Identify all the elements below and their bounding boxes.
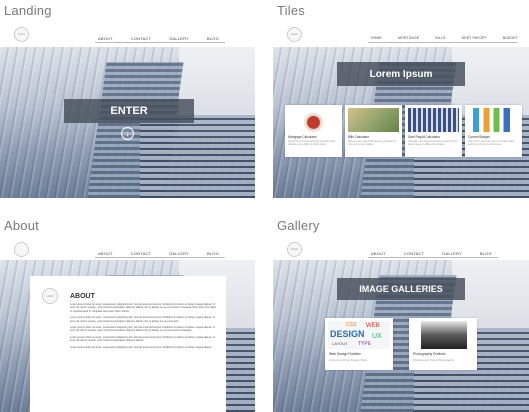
- nav-item-contact[interactable]: CONTACT: [404, 251, 424, 256]
- nav-item-about[interactable]: ABOUT: [98, 251, 113, 256]
- gallery-card-desc: Current and Past Design Work: [329, 358, 367, 362]
- gallery-frame: LOGO ABOUT CONTACT GALLERY BLOG IMAGE GA…: [273, 238, 529, 412]
- about-heading: ABOUT: [70, 293, 95, 300]
- arrow-down-icon[interactable]: ↓: [121, 127, 134, 140]
- bar-chart-icon: [468, 108, 519, 132]
- about-paragraph: Lorem ipsum dolor sit amet, consectetur …: [70, 345, 212, 349]
- tiles-nav: HOME MORTGAGE BILLS DEBT PAYOFF BUDGET: [371, 36, 518, 40]
- section-label-about: About: [4, 218, 39, 233]
- gallery-header: LOGO ABOUT CONTACT GALLERY BLOG: [273, 238, 529, 260]
- tiles-heading: Lorem Ipsum: [337, 62, 465, 86]
- nav-item-blog[interactable]: BLOG: [480, 251, 492, 256]
- wordcloud-word: DESIGN: [330, 329, 365, 339]
- nav-item-contact[interactable]: CONTACT: [131, 251, 151, 256]
- about-panel: LOGO ABOUT Lorem ipsum dolor sit amet, c…: [30, 276, 226, 412]
- tiles-header: LOGO HOME MORTGAGE BILLS DEBT PAYOFF BUD…: [273, 22, 529, 47]
- section-label-landing: Landing: [4, 3, 52, 18]
- nav-item-contact[interactable]: CONTACT: [131, 36, 151, 41]
- about-paragraph: Lorem ipsum dolor sit amet, consectetur …: [70, 303, 216, 313]
- nav-item-blog[interactable]: BLOG: [207, 36, 219, 41]
- tile-title: Current Budget: [468, 135, 490, 139]
- enter-button[interactable]: ENTER: [64, 99, 194, 123]
- logo[interactable]: LOGO: [287, 27, 302, 42]
- landing-header: LOGO ABOUT CONTACT GALLERY BLOG: [0, 22, 255, 47]
- house-icon: [288, 108, 339, 132]
- gallery-card-web-design[interactable]: DESIGN WEB UX LAYOUT TYPE CSS Web Design…: [325, 318, 393, 370]
- photo-stairs: [140, 114, 255, 198]
- money-icon: [348, 108, 399, 132]
- logo[interactable]: LOGO: [14, 27, 29, 42]
- nav-divider: [368, 257, 498, 258]
- nav-item-about[interactable]: ABOUT: [98, 36, 113, 41]
- tile-title: Mortgage Calculator: [288, 135, 317, 139]
- gallery-heading: IMAGE GALLERIES: [337, 278, 465, 300]
- wordcloud-image: DESIGN WEB UX LAYOUT TYPE CSS: [328, 321, 390, 349]
- nav-item-gallery[interactable]: GALLERY: [169, 36, 189, 41]
- nav-item-bills[interactable]: BILLS: [435, 36, 445, 40]
- gallery-card-title: Web Design Portfolio: [329, 352, 361, 356]
- tile-desc: See how to plan your current monthly goa…: [468, 140, 515, 146]
- nav-item-mortgage[interactable]: MORTGAGE: [398, 36, 419, 40]
- tile-budget[interactable]: Current Budget See how to plan your curr…: [465, 105, 522, 157]
- gallery-nav: ABOUT CONTACT GALLERY BLOG: [371, 251, 492, 256]
- gallery-card-photography[interactable]: Photography Portfolio Portraits and Trav…: [409, 318, 477, 370]
- about-paragraph: Lorem ipsum dolor sit amet, consectetur …: [70, 316, 216, 323]
- nav-item-budget[interactable]: BUDGET: [503, 36, 518, 40]
- wordcloud-word: UX: [372, 333, 382, 340]
- gallery-card-title: Photography Portfolio: [413, 352, 446, 356]
- logo[interactable]: LOGO: [42, 288, 58, 304]
- gallery-card-desc: Portraits and Travel Photography: [413, 358, 454, 362]
- tile-bills[interactable]: Bills Calculator Review your current bil…: [345, 105, 402, 157]
- about-paragraph: Lorem ipsum dolor sit amet, consectetur …: [70, 326, 216, 333]
- nav-divider: [368, 42, 518, 43]
- tile-title: Bills Calculator: [348, 135, 370, 139]
- about-paragraph: Lorem ipsum dolor sit amet, consectetur …: [70, 335, 216, 343]
- tile-debt-payoff[interactable]: Debt Payoff Calculator Calculate your in…: [405, 105, 462, 157]
- tile-desc: See what a monthly payment would look li…: [288, 140, 336, 146]
- nav-item-gallery[interactable]: GALLERY: [169, 251, 189, 256]
- wordcloud-word: TYPE: [358, 341, 372, 347]
- tile-desc: Review your current bills and see how th…: [348, 140, 396, 146]
- tile-mortgage[interactable]: Mortgage Calculator See what a monthly p…: [285, 105, 342, 157]
- section-label-gallery: Gallery: [277, 218, 320, 233]
- nav-item-blog[interactable]: BLOG: [207, 251, 219, 256]
- tile-desc: Calculate your interest and how to pay o…: [408, 140, 458, 146]
- tiles-frame: LOGO HOME MORTGAGE BILLS DEBT PAYOFF BUD…: [273, 22, 529, 198]
- nav-item-about[interactable]: ABOUT: [371, 251, 386, 256]
- nav-item-debt-payoff[interactable]: DEBT PAYOFF: [462, 36, 487, 40]
- wordcloud-word: WEB: [366, 323, 380, 329]
- logo[interactable]: [14, 242, 29, 257]
- wireframe-board: Landing LOGO ABOUT CONTACT GALLERY BLOG …: [0, 0, 529, 412]
- calculator-icon: [408, 108, 459, 132]
- nav-item-gallery[interactable]: GALLERY: [442, 251, 462, 256]
- nav-item-home[interactable]: HOME: [371, 36, 382, 40]
- about-body: Lorem ipsum dolor sit amet, consectetur …: [70, 303, 218, 349]
- about-header: ABOUT CONTACT GALLERY BLOG: [0, 238, 255, 260]
- tile-title: Debt Payoff Calculator: [408, 135, 440, 139]
- nav-divider: [95, 42, 225, 43]
- nav-divider: [95, 257, 225, 258]
- section-label-tiles: Tiles: [277, 3, 305, 18]
- photo-thumbnail: [421, 321, 467, 349]
- logo[interactable]: LOGO: [287, 242, 302, 257]
- landing-nav: ABOUT CONTACT GALLERY BLOG: [98, 36, 219, 41]
- landing-frame: LOGO ABOUT CONTACT GALLERY BLOG ENTER ↓: [0, 22, 255, 198]
- about-nav: ABOUT CONTACT GALLERY BLOG: [98, 251, 219, 256]
- about-frame: ABOUT CONTACT GALLERY BLOG LOGO ABOUT Lo…: [0, 238, 255, 412]
- wordcloud-word: LAYOUT: [332, 341, 348, 346]
- wordcloud-word: CSS: [346, 322, 357, 328]
